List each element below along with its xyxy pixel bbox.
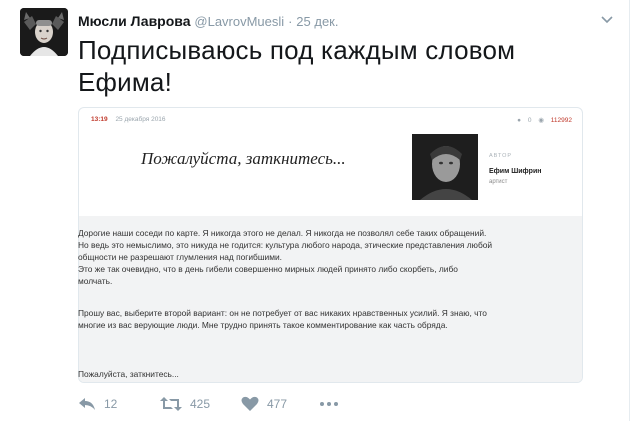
like-button[interactable]: 477 xyxy=(241,394,287,414)
tweet-actions: 12 425 477 xyxy=(78,394,598,414)
paragraph-line: Дорогие наши соседи по карте. Я никогда … xyxy=(78,228,487,238)
paragraph-line: общности не разрешают глумления над поги… xyxy=(78,252,282,262)
reply-button[interactable]: 12 xyxy=(78,394,117,414)
reply-icon xyxy=(79,398,95,410)
avatar-image xyxy=(20,8,68,56)
tweet-date[interactable]: 25 дек. xyxy=(296,14,338,29)
paragraph-line: молчать. xyxy=(78,276,113,286)
heart-icon xyxy=(241,396,259,411)
chevron-down-icon[interactable] xyxy=(600,14,614,24)
card-author-name: Ефим Шифрин xyxy=(489,168,542,175)
tweet-text-line-1: Подписываюсь под каждым словом xyxy=(78,35,516,65)
card-meta-bar: 13:19 25 декабря 2016 ● 0 ◉ 112992 xyxy=(91,116,572,126)
tweet-header: Мюсли Лаврова @LavrovMuesli · 25 дек. xyxy=(78,13,338,29)
retweet-button[interactable]: 425 xyxy=(160,394,210,414)
tweet-text-line-2: Ефима! xyxy=(78,67,173,97)
article-paragraph-2: Прошу вас, выберите второй вариант: он н… xyxy=(78,307,573,331)
author-name[interactable]: Мюсли Лаврова xyxy=(78,13,191,29)
paragraph-line: Прошу вас, выберите второй вариант: он н… xyxy=(78,308,487,318)
article-headline: Пожалуйста, заткнитесь... xyxy=(141,149,346,168)
more-icon xyxy=(320,402,338,406)
author-handle[interactable]: @LavrovMuesli xyxy=(194,14,284,29)
paragraph-line: Но ведь это немыслимо, это никуда не год… xyxy=(78,240,493,250)
paragraph-line: Это же так очевидно, что в день гибели с… xyxy=(78,264,458,274)
author-photo-image xyxy=(412,134,478,200)
card-comments-count: 0 xyxy=(527,117,532,124)
views-icon: ◉ xyxy=(538,117,544,124)
author-photo xyxy=(412,134,478,200)
comment-icon: ● xyxy=(517,117,522,124)
card-time: 13:19 xyxy=(91,116,108,123)
card-views-count: 112992 xyxy=(550,117,572,124)
article-paragraph-1: Дорогие наши соседи по карте. Я никогда … xyxy=(78,227,573,287)
timeline-divider xyxy=(629,0,630,421)
paragraph-line: многие из вас верующие люди. Мне трудно … xyxy=(78,320,448,330)
tweet-text: Подписываюсь под каждым словом Ефима! xyxy=(78,34,598,98)
card-author-role: артист xyxy=(489,179,508,185)
retweet-count: 425 xyxy=(190,397,211,411)
reply-count: 12 xyxy=(104,397,118,411)
more-button[interactable] xyxy=(319,394,339,414)
author-label: АВТОР xyxy=(489,153,513,159)
card-stats: ● 0 ◉ 112992 xyxy=(512,116,572,124)
retweet-icon xyxy=(160,397,182,411)
separator-dot: · xyxy=(288,14,293,29)
author-avatar[interactable] xyxy=(20,8,68,56)
like-count: 477 xyxy=(267,397,288,411)
card-date: 25 декабря 2016 xyxy=(115,116,166,123)
article-paragraph-3: Пожалуйста, заткнитесь... xyxy=(78,368,573,380)
paragraph-line: Пожалуйста, заткнитесь... xyxy=(78,369,179,379)
